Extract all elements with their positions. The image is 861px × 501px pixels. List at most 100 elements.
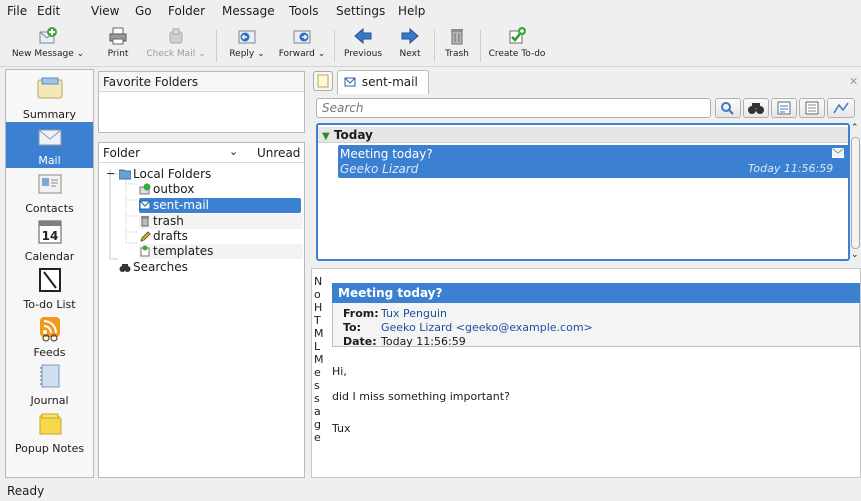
check-mail-icon xyxy=(169,28,183,44)
scroll-up-icon[interactable]: ⌃ xyxy=(851,123,859,133)
forward-icon xyxy=(293,30,311,44)
list-view-icon xyxy=(777,101,791,115)
search-options-button[interactable] xyxy=(715,98,741,118)
menu-bar: File Edit View Go Folder Message Tools S… xyxy=(0,0,861,22)
sent-mail-icon xyxy=(139,200,151,210)
print-button[interactable]: Print xyxy=(100,24,136,66)
menu-folder[interactable]: Folder xyxy=(168,4,205,18)
no-html-message-banner[interactable]: No HTML Message xyxy=(314,275,324,444)
component-sidebar: Summary Mail Contacts 14 Calendar To-do … xyxy=(5,69,94,478)
trash-button[interactable]: Trash xyxy=(440,24,474,66)
expand-triangle-icon: ▼ xyxy=(322,131,330,142)
sidebar-item-contacts[interactable]: Contacts xyxy=(6,170,93,216)
unread-column-header[interactable]: Unread xyxy=(257,146,300,160)
preview-view-icon xyxy=(805,101,819,115)
chevron-down-icon[interactable]: ⌄ xyxy=(229,145,238,158)
sidebar-item-popup-notes[interactable]: Popup Notes xyxy=(6,410,93,458)
sidebar-item-todo-list[interactable]: To-do List xyxy=(6,266,93,312)
folder-sent-mail[interactable]: sent-mail xyxy=(139,198,301,213)
from-value[interactable]: Tux Penguin xyxy=(381,307,447,320)
arrow-left-icon xyxy=(354,27,372,45)
drafts-icon xyxy=(140,231,151,242)
menu-tools[interactable]: Tools xyxy=(289,4,319,18)
message-list-view-button[interactable] xyxy=(771,98,797,118)
date-label: Date: xyxy=(343,335,377,348)
menu-settings[interactable]: Settings xyxy=(336,4,385,18)
outbox-icon xyxy=(139,183,151,195)
trash-icon xyxy=(451,29,463,45)
search-icon xyxy=(721,102,734,115)
next-button[interactable]: Next xyxy=(392,24,428,66)
message-list-scrollbar[interactable]: ⌃ ⌄ xyxy=(850,123,861,261)
folder-searches[interactable]: Searches xyxy=(119,260,269,275)
menu-message[interactable]: Message xyxy=(222,4,275,18)
calendar-icon: 14 xyxy=(38,220,61,244)
to-label: To: xyxy=(343,321,361,334)
favorite-folders-pane: Favorite Folders xyxy=(98,71,305,133)
reply-button[interactable]: Reply ⌄ xyxy=(226,24,268,66)
message-sort-button[interactable] xyxy=(827,98,855,118)
status-bar: Ready xyxy=(0,481,861,501)
message-status-icon xyxy=(832,148,844,158)
sidebar-item-summary[interactable]: Summary xyxy=(6,76,93,122)
message-sender: Geeko Lizard xyxy=(340,162,419,176)
check-mail-button[interactable]: Check Mail ⌄ xyxy=(146,24,206,66)
collapse-icon[interactable]: − xyxy=(106,167,115,180)
create-todo-button[interactable]: Create To-do xyxy=(486,24,548,66)
summary-icon xyxy=(37,77,62,99)
templates-icon xyxy=(140,245,150,257)
folder-local-folders[interactable]: Local Folders xyxy=(119,167,269,182)
sidebar-item-mail[interactable]: Mail xyxy=(6,122,93,168)
folder-trash[interactable]: trash xyxy=(139,214,303,229)
scroll-thumb[interactable] xyxy=(851,137,860,249)
create-todo-icon xyxy=(509,27,526,44)
sidebar-item-journal[interactable]: Journal xyxy=(6,362,93,408)
reader-header-box: From: Tux Penguin To: Geeko Lizard <geek… xyxy=(332,303,860,348)
message-list: ▼ Today Meeting today? Geeko Lizard Toda… xyxy=(316,123,850,261)
status-text: Ready xyxy=(7,484,45,498)
tab-sent-mail[interactable]: sent-mail xyxy=(337,70,429,94)
new-message-button[interactable]: New Message ⌄ xyxy=(8,24,88,66)
folder-templates[interactable]: templates xyxy=(139,244,303,259)
binoculars-icon xyxy=(119,264,131,272)
group-header-today[interactable]: ▼ Today xyxy=(318,127,848,143)
feeds-icon xyxy=(39,317,60,342)
folder-drafts[interactable]: drafts xyxy=(139,229,303,244)
folder-column-header[interactable]: Folder xyxy=(103,146,140,160)
sidebar-item-calendar[interactable]: 14 Calendar xyxy=(6,218,93,264)
scroll-down-icon[interactable]: ⌄ xyxy=(851,250,859,260)
close-tab-icon[interactable]: ✕ xyxy=(849,75,858,88)
new-tab-icon xyxy=(317,74,329,88)
message-reader: No HTML Message Meeting today? From: Tux… xyxy=(311,268,861,478)
folder-tree-pane: Folder ⌄ Unread − Local Folders outbox s… xyxy=(98,142,305,478)
main-toolbar: New Message ⌄ Print Check Mail ⌄ Reply ⌄ xyxy=(0,22,861,67)
contacts-icon xyxy=(38,174,61,194)
to-value[interactable]: Geeko Lizard <geeko@example.com> xyxy=(381,321,593,334)
new-message-icon xyxy=(39,27,57,44)
menu-file[interactable]: File xyxy=(7,4,27,18)
arrow-right-icon xyxy=(401,27,419,45)
trash-icon xyxy=(141,216,149,227)
menu-go[interactable]: Go xyxy=(135,4,152,18)
sidebar-item-feeds[interactable]: Feeds xyxy=(6,314,93,360)
message-preview-view-button[interactable] xyxy=(799,98,825,118)
toolbar-separator xyxy=(480,30,481,62)
sent-mail-icon xyxy=(344,77,356,87)
menu-view[interactable]: View xyxy=(91,4,119,18)
journal-icon xyxy=(39,364,59,388)
forward-button[interactable]: Forward ⌄ xyxy=(276,24,328,66)
printer-icon xyxy=(109,27,127,45)
search-input[interactable] xyxy=(316,98,711,118)
new-tab-button[interactable] xyxy=(313,71,333,91)
message-row[interactable]: Meeting today? Geeko Lizard Today 11:56:… xyxy=(338,145,849,178)
previous-button[interactable]: Previous xyxy=(340,24,386,66)
menu-help[interactable]: Help xyxy=(398,4,425,18)
folder-icon xyxy=(119,169,131,180)
toolbar-separator xyxy=(334,30,335,62)
todo-list-icon xyxy=(38,268,61,292)
menu-edit[interactable]: Edit xyxy=(37,4,60,18)
message-body-line: did I miss something important? xyxy=(332,390,510,403)
folder-outbox[interactable]: outbox xyxy=(139,182,303,197)
find-button[interactable] xyxy=(743,98,769,118)
message-date: Today 11:56:59 xyxy=(748,162,834,175)
